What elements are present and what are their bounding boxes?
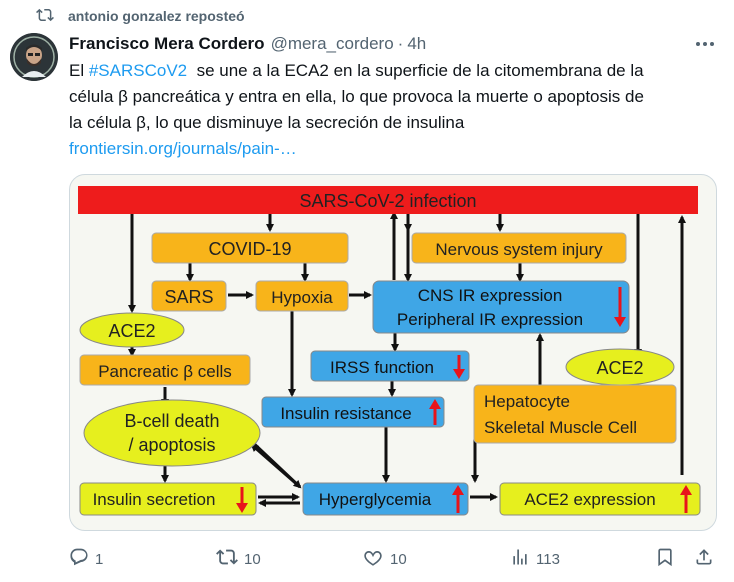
post-text: El #SARSCoV2 se une a la ECA2 en la supe…: [69, 58, 709, 162]
post-image[interactable]: SARS-CoV-2 infection COVID-19 Nervous sy…: [69, 174, 717, 531]
node-sars-label: SARS: [164, 287, 213, 307]
node-ace2-left-label: ACE2: [108, 321, 155, 341]
text-line: célula β pancreática y entra en ella, lo…: [69, 87, 644, 106]
node-hepatocyte-label-2: Skeletal Muscle Cell: [484, 418, 637, 437]
separator-dot: ·: [397, 34, 404, 53]
node-cns-label-2: Peripheral IR expression: [397, 310, 583, 329]
bookmark-button[interactable]: [655, 545, 681, 573]
reply-icon: [69, 547, 95, 571]
repost-icon: [216, 546, 244, 572]
like-count: 10: [390, 550, 407, 568]
node-ace2-expression-label: ACE2 expression: [524, 490, 655, 509]
more-icon: [695, 34, 715, 52]
heart-icon: [362, 546, 390, 572]
node-bcell-label-1: B-cell death: [124, 411, 219, 431]
post-header: Francisco Mera Cordero @mera_cordero · 4…: [69, 32, 426, 56]
author-name[interactable]: Francisco Mera Cordero: [69, 34, 265, 54]
node-irss-label: IRSS function: [330, 358, 434, 377]
node-cns-label-1: CNS IR expression: [418, 286, 563, 305]
share-icon: [694, 547, 720, 571]
node-nervous-label: Nervous system injury: [435, 240, 603, 259]
node-hyperglycemia-label: Hyperglycemia: [319, 490, 432, 509]
reply-count: 1: [95, 550, 104, 568]
text-segment: se une a la ECA2 en la superficie de la …: [187, 61, 644, 80]
node-bcell: [83, 399, 261, 467]
reply-button[interactable]: 1: [69, 545, 103, 573]
hashtag-link[interactable]: #SARSCoV2: [89, 61, 187, 80]
node-hepatocyte-label-1: Hepatocyte: [484, 392, 570, 411]
node-insulin-secretion-label: Insulin secretion: [93, 490, 216, 509]
bookmark-icon: [655, 547, 681, 571]
avatar[interactable]: [10, 33, 58, 81]
text-segment: El: [69, 61, 89, 80]
repost-button[interactable]: 10: [216, 545, 261, 573]
repost-count: 10: [244, 550, 261, 568]
like-button[interactable]: 10: [362, 545, 407, 573]
repost-icon: [36, 6, 68, 27]
node-insulin-resistance-label: Insulin resistance: [280, 404, 411, 423]
article-link[interactable]: frontiersin.org/journals/pain-…: [69, 139, 297, 158]
top-bar-label: SARS-CoV-2 infection: [299, 191, 476, 211]
repost-indicator: antonio gonzalez reposteó: [36, 4, 245, 28]
views-button[interactable]: 113: [510, 545, 560, 573]
action-bar: 1 10 10 113: [0, 545, 734, 573]
repost-text: antonio gonzalez reposteó: [68, 8, 245, 24]
views-icon: [510, 547, 536, 571]
node-bcell-label-2: / apoptosis: [128, 435, 215, 455]
post-time[interactable]: 4h: [407, 34, 426, 54]
more-options-button[interactable]: [692, 32, 718, 54]
share-button[interactable]: [694, 545, 720, 573]
author-handle[interactable]: @mera_cordero: [271, 34, 394, 54]
text-line: la célula β, lo que disminuye la secreci…: [69, 113, 465, 132]
node-pancreatic-label: Pancreatic β cells: [98, 362, 232, 381]
node-covid-label: COVID-19: [208, 239, 291, 259]
node-hypoxia-label: Hypoxia: [271, 288, 333, 307]
views-count: 113: [536, 550, 560, 568]
node-ace2-right-label: ACE2: [596, 358, 643, 378]
